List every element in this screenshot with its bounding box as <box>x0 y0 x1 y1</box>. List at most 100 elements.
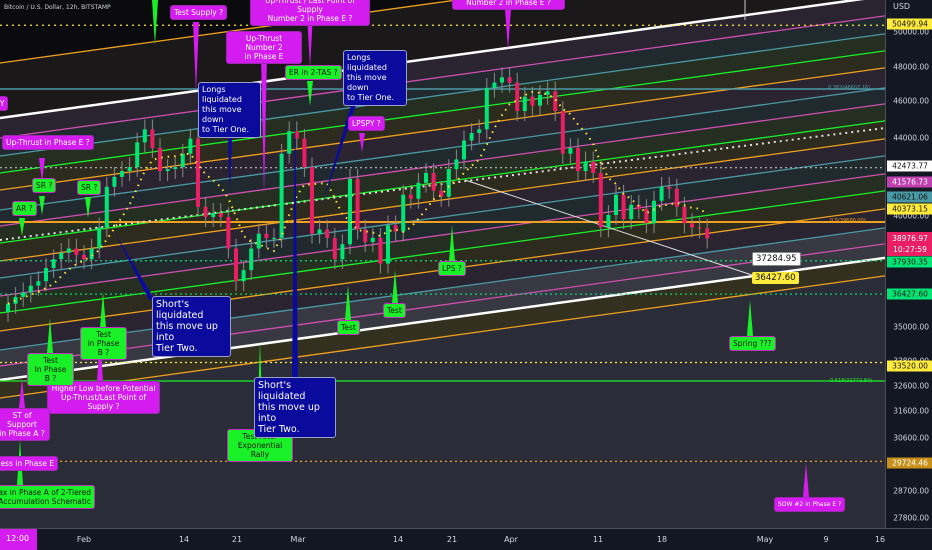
candle-body <box>59 252 64 260</box>
callout-test-phase-b-2: Test in Phase B ? <box>80 327 127 360</box>
callout-shorts-liquidated-1: Short's liquidated this move up into Tie… <box>152 296 231 357</box>
candle-body <box>294 131 299 139</box>
price-tag-50499: 50499.94 <box>887 18 932 30</box>
candle-body <box>142 129 147 143</box>
price-tick: 27800.00 <box>893 513 929 523</box>
candle-body <box>150 129 155 149</box>
candle-body <box>431 172 436 191</box>
time-axis[interactable]: 12:00 Feb 14 21 Mar 14 21 Apr 11 18 May … <box>0 528 932 550</box>
callout-upthrust-phase-e: Up-Thrust in Phase E ? <box>2 135 94 150</box>
candle-body <box>44 267 48 282</box>
candle-body <box>264 233 269 238</box>
price-tag-37284: 37284.95 <box>752 252 801 266</box>
time-label: 21 <box>231 535 243 544</box>
candle-body <box>165 169 170 172</box>
candle-body <box>621 194 626 220</box>
candle-body <box>462 140 466 160</box>
symbol-title: Bitcoin / U.S. Dollar, 12h, BITSTAMP <box>4 4 111 11</box>
time-label: 16 <box>874 535 886 544</box>
time-label: Mar <box>290 535 306 544</box>
candle-body <box>659 186 664 201</box>
candle-body <box>560 111 565 154</box>
bar-countdown: 10:27:59 <box>893 245 927 254</box>
time-label: 11 <box>592 535 604 544</box>
time-label: 14 <box>178 535 190 544</box>
currency-label: USD <box>893 2 911 11</box>
callout-lpspy-left: LPSPY <box>0 96 8 111</box>
candle-body <box>256 233 261 249</box>
candle-body <box>408 194 413 199</box>
candle-body <box>484 87 489 130</box>
candle-body <box>310 167 314 234</box>
candle-body <box>477 129 482 134</box>
callout-test-2: Test <box>383 303 406 318</box>
callout-test-supply: Test Supply ? <box>170 5 228 20</box>
callout-spring: Spring ??? <box>729 336 776 351</box>
candle-body <box>690 223 694 228</box>
candle-body <box>21 292 26 297</box>
candle-body <box>370 237 375 243</box>
time-label: Apr <box>504 535 518 544</box>
price-tick: 28700.00 <box>893 486 929 496</box>
callout-test-phase-b-1: Test In Phase B ? <box>27 353 74 386</box>
callout-selling-climax: Selling Climax in Phase A of 2-Tiered Ac… <box>0 485 95 509</box>
price-tick: 35000.00 <box>893 322 929 332</box>
candle-body <box>682 206 687 224</box>
callout-weakness: Weakness in Phase E <box>0 456 58 471</box>
callout-longs-liquidated-1: Longs liquidated this move down to Tier … <box>198 82 261 138</box>
callout-st-support: ST of Support in Phase A ? <box>0 408 50 441</box>
time-label: 14 <box>392 535 404 544</box>
candle-body <box>614 194 618 215</box>
time-label: 9 <box>823 535 829 544</box>
price-tag-40621: 40621.06 <box>887 191 932 203</box>
candle-body <box>211 212 216 218</box>
candle-body <box>158 148 162 172</box>
callout-upthrust-lps-2: Up-Thrust / Last Point of Supply Number … <box>250 0 370 26</box>
price-tick: 46000.00 <box>893 96 929 106</box>
callout-number-2-phase-e: Number 2 in Phase E ? <box>452 0 565 10</box>
time-label: May <box>756 535 774 544</box>
callout-er-2tas: ER in 2-TAS ? <box>285 65 342 80</box>
candle-body <box>446 169 451 197</box>
candle-body <box>180 153 185 168</box>
candle-body <box>74 248 79 255</box>
last-price-tag: 38976.97 10:27:59 <box>887 232 932 256</box>
candle-body <box>97 227 102 249</box>
candle-body <box>226 217 231 249</box>
candle-body <box>287 131 292 154</box>
candle-body <box>127 167 132 172</box>
candle-body <box>507 77 512 83</box>
candle-body <box>401 194 406 232</box>
candle-body <box>272 237 276 239</box>
candle-body <box>317 229 322 234</box>
callout-ar: AR ? <box>12 201 37 216</box>
time-cursor-label: 12:00 <box>0 529 37 550</box>
candle-body <box>454 159 459 170</box>
candle-body <box>340 244 345 260</box>
candle-body <box>135 142 140 168</box>
candle-body <box>515 82 520 112</box>
last-price: 38976.97 <box>892 234 928 243</box>
candle-body <box>644 208 649 224</box>
callout-sow-2: SOW #2 in Phase E ? <box>774 497 846 512</box>
price-axis[interactable]: 50000.00 48000.00 46000.00 44000.00 4000… <box>885 0 932 528</box>
candle-body <box>629 204 634 220</box>
candle-body <box>386 225 390 264</box>
candle-body <box>545 91 550 95</box>
fib-label-0382: 0.382(46607.16) <box>828 85 871 91</box>
time-label: 21 <box>446 535 458 544</box>
candle-body <box>500 77 504 83</box>
candle-body <box>553 91 558 112</box>
candle-body <box>112 176 117 187</box>
price-tag-41576: 41576.73 <box>887 176 932 188</box>
callout-lpspy: LPSPY ? <box>348 116 385 131</box>
candle-body <box>249 248 254 271</box>
candle-body <box>522 96 527 112</box>
candle-body <box>188 138 193 154</box>
price-tag-29724: 29724.46 <box>887 457 932 469</box>
candle-body <box>66 248 71 253</box>
price-tag-42473: 42473.77 <box>887 160 932 172</box>
candle-body <box>697 227 702 229</box>
price-tag-37930: 37930.35 <box>887 256 932 268</box>
chart-plot-area[interactable]: Bitcoin / U.S. Dollar, 12h, BITSTAMP Tes… <box>0 0 885 528</box>
